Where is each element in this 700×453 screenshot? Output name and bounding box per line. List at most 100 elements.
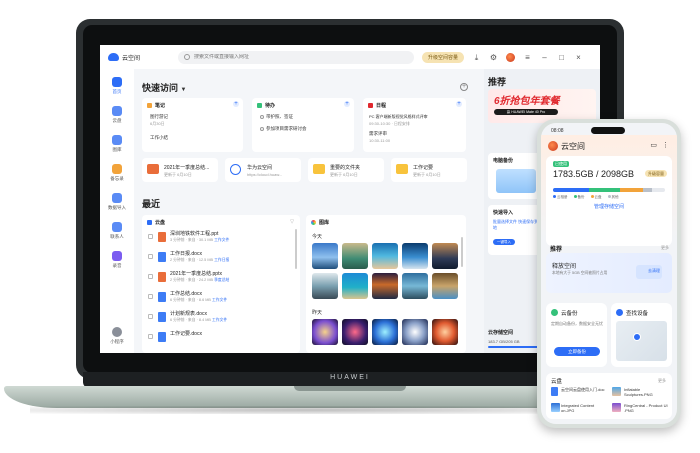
sidebar-item-import[interactable]: 数据导入: [100, 193, 134, 211]
file-location-link[interactable]: 工作文件: [212, 318, 227, 322]
promo-banner[interactable]: 6折抢包年套餐 赢 HUAWEI Mate 40 Pro: [488, 89, 596, 123]
sidebar-item-contacts[interactable]: 联系人: [100, 222, 134, 240]
sidebar-item-gallery[interactable]: 图库: [100, 135, 134, 153]
more-link[interactable]: 更多: [661, 245, 669, 251]
map-thumbnail: [616, 321, 667, 361]
gallery-icon: [112, 135, 122, 145]
import-button[interactable]: 一键导入: [493, 239, 515, 245]
shortcut-card[interactable]: 工作记要 更新于 6月10日: [391, 158, 467, 182]
file-row[interactable]: 2021年一季度总结.pptx 2 分钟前 · 来自 · 24.2 MB 季度总…: [146, 269, 294, 285]
file-row[interactable]: 工作记要.docx: [146, 329, 294, 345]
photo-thumbnail[interactable]: [342, 243, 368, 269]
add-note-button[interactable]: +: [233, 101, 239, 107]
search-box[interactable]: [178, 50, 414, 64]
scrollbar[interactable]: [461, 237, 463, 267]
photo-thumbnail[interactable]: [402, 273, 428, 299]
photo-thumbnail[interactable]: [312, 273, 338, 299]
sidebar-item-miniapp[interactable]: 小程序: [100, 327, 134, 345]
add-icon[interactable]: +: [460, 83, 468, 91]
add-todo-button[interactable]: +: [344, 101, 350, 107]
phone-file-name[interactable]: Integrated Content on.JPG: [561, 403, 607, 413]
upgrade-button[interactable]: 升级空间容量: [422, 51, 465, 63]
photo-thumbnail[interactable]: [402, 243, 428, 269]
photo-thumbnail[interactable]: [402, 319, 428, 345]
photo-thumbnail[interactable]: [372, 319, 398, 345]
note-item[interactable]: 工作小结: [150, 135, 168, 141]
schedule-card[interactable]: 日程 + PC 客户端新版视觉风格样式评审 09:30-10:30 · 日程安排…: [363, 98, 466, 152]
event-title[interactable]: 需求评审: [369, 131, 387, 137]
maximize-icon[interactable]: □: [557, 53, 566, 62]
search-input[interactable]: [194, 54, 394, 60]
find-device-title: 查找设备: [626, 311, 649, 317]
add-event-button[interactable]: +: [456, 101, 462, 107]
shortcut-card[interactable]: 2021年一季度总结... 更新于 6月10日: [142, 158, 218, 182]
phone-file-name[interactable]: Inflatable Sculptures.PNG: [624, 387, 670, 397]
quick-import-card[interactable]: 快速导入 批量选择文件 快速保存到本地 一键导入: [488, 205, 544, 255]
todo-item[interactable]: 参加项目需求研讨会: [260, 126, 307, 132]
release-space-card[interactable]: 释放空间 本地有大于 5GB 空间被照片占用 去清理: [546, 253, 672, 293]
photo-thumbnail[interactable]: [312, 319, 338, 345]
shortcut-card[interactable]: 华为云空间 https://cloud.huaw...: [225, 158, 301, 182]
settings-icon[interactable]: ⚙: [489, 53, 498, 62]
scrollbar[interactable]: [295, 229, 297, 269]
contacts-icon: [112, 222, 122, 232]
storage-card[interactable]: 已使用 1783.5GB / 2098GB 升级容量 云相册 备份 云盘 其他: [546, 156, 672, 246]
phone-file-name[interactable]: 云空间云盘使用入门.doc: [561, 387, 605, 392]
photo-thumbnail[interactable]: [372, 243, 398, 269]
todo-checkbox[interactable]: [260, 114, 264, 119]
download-icon[interactable]: ⤓: [472, 53, 481, 62]
photo-thumbnail[interactable]: [432, 273, 458, 299]
clean-button[interactable]: 去清理: [648, 268, 660, 274]
photo-thumbnail[interactable]: [312, 243, 338, 269]
quick-access-title[interactable]: 快速访问 ▼: [142, 81, 186, 94]
avatar[interactable]: [506, 52, 516, 62]
sidebar-item-recordings[interactable]: 录音: [100, 251, 134, 269]
file-checkbox[interactable]: [148, 274, 153, 279]
menu-icon[interactable]: ≡: [523, 53, 532, 62]
photo-thumbnail[interactable]: [372, 273, 398, 299]
upgrade-button[interactable]: 升级容量: [645, 170, 667, 177]
file-row[interactable]: 计划新规表.docx 6 分钟前 · 来自 · 8.4 MB 工作文件: [146, 309, 294, 325]
file-checkbox[interactable]: [148, 294, 153, 299]
file-location-link[interactable]: 工作文件: [214, 238, 229, 242]
shortcut-card[interactable]: 重要的文件夹 更新于 6月10日: [308, 158, 384, 182]
sidebar-item-home[interactable]: 首页: [100, 77, 134, 95]
phone-file-name[interactable]: RingCentral - Product UI .PNG: [624, 403, 670, 413]
sidebar-item-drive[interactable]: 云盘: [100, 106, 134, 124]
close-icon[interactable]: ×: [574, 53, 583, 62]
photo-thumbnail[interactable]: [342, 319, 368, 345]
file-location-link[interactable]: 季度总结: [214, 278, 229, 282]
todo-item[interactable]: 带护照、签证: [260, 114, 293, 120]
file-checkbox[interactable]: [148, 234, 153, 239]
backup-now-button[interactable]: 立即备份: [554, 347, 600, 356]
avatar[interactable]: [548, 141, 558, 151]
todo-card[interactable]: 待办 + 带护照、签证 参加项目需求研讨会: [252, 98, 354, 152]
pc-backup-card[interactable]: 电脑备份: [488, 153, 544, 199]
minimize-icon[interactable]: –: [540, 53, 549, 62]
notes-card[interactable]: 笔记 + 图行游记 6月30日 工作小结: [142, 98, 243, 152]
sidebar-item-notes[interactable]: 备忘录: [100, 164, 134, 182]
filter-icon[interactable]: ▽: [290, 219, 294, 225]
note-item[interactable]: 图行游记: [150, 114, 168, 120]
file-location-link[interactable]: 工作文件: [212, 298, 227, 302]
photo-thumbnail[interactable]: [432, 319, 458, 345]
message-icon[interactable]: ▭: [650, 141, 657, 149]
file-checkbox[interactable]: [148, 254, 153, 259]
file-location-link[interactable]: 工作日报: [214, 258, 229, 262]
event-title[interactable]: PC 客户端新版视觉风格样式评审: [369, 114, 428, 120]
todo-checkbox[interactable]: [260, 126, 264, 131]
find-device-card[interactable]: 查找设备: [611, 303, 672, 367]
file-row[interactable]: 工作总结.docx 6 分钟前 · 来自 · 8.6 MB 工作文件: [146, 289, 294, 305]
file-row[interactable]: 深圳地铁软件工程.ppt 3 分钟前 · 来自 · 30.1 MB 工作文件: [146, 229, 294, 245]
more-link[interactable]: 更多: [658, 378, 666, 384]
cloud-backup-card[interactable]: 云备份 定期自动备份，数据安全无忧 立即备份: [546, 303, 607, 367]
photo-thumbnail[interactable]: [432, 243, 458, 269]
more-icon[interactable]: ⋮: [662, 141, 669, 149]
file-checkbox[interactable]: [148, 314, 153, 319]
file-row[interactable]: 工作日报.docx 2 分钟前 · 来自 · 12.5 MB 工作日报: [146, 249, 294, 265]
photo-thumbnail[interactable]: [342, 273, 368, 299]
file-checkbox[interactable]: [148, 334, 153, 339]
storage-usage-bar: [553, 188, 665, 192]
manage-storage-link[interactable]: 管理存储空间: [546, 203, 672, 210]
shortcut-subtitle: 更新于 6月10日: [164, 172, 192, 177]
